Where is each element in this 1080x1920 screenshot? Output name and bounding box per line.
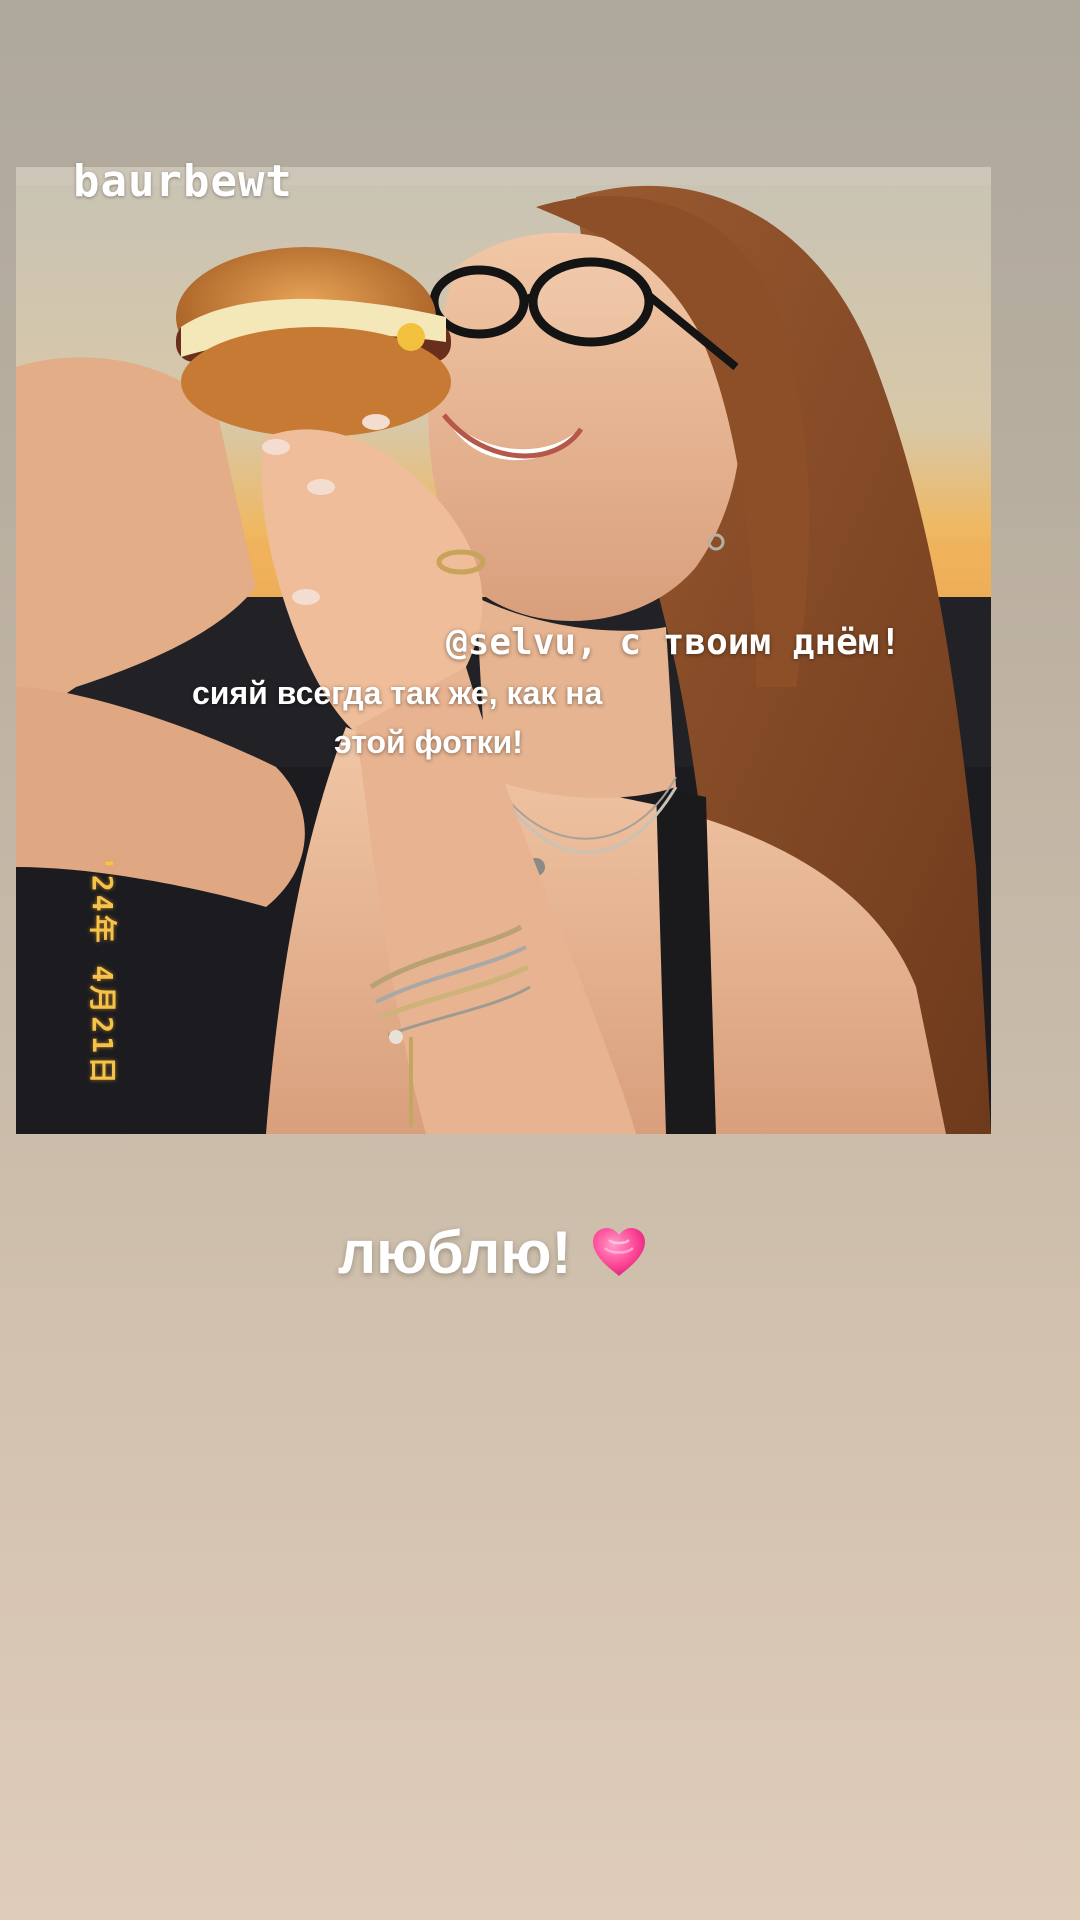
love-text: люблю! (338, 1219, 572, 1286)
caption-line: сияй всегда так же, как на (192, 675, 603, 711)
caption-mention-line[interactable]: @selvu, с твоим днём! (446, 622, 901, 663)
pink-heart-icon (593, 1228, 645, 1276)
username-sticker[interactable]: baurbewt (73, 156, 293, 207)
caption-line: этой фотки! (334, 724, 523, 760)
date-stamp: '24年 4月21日 (86, 855, 119, 1088)
